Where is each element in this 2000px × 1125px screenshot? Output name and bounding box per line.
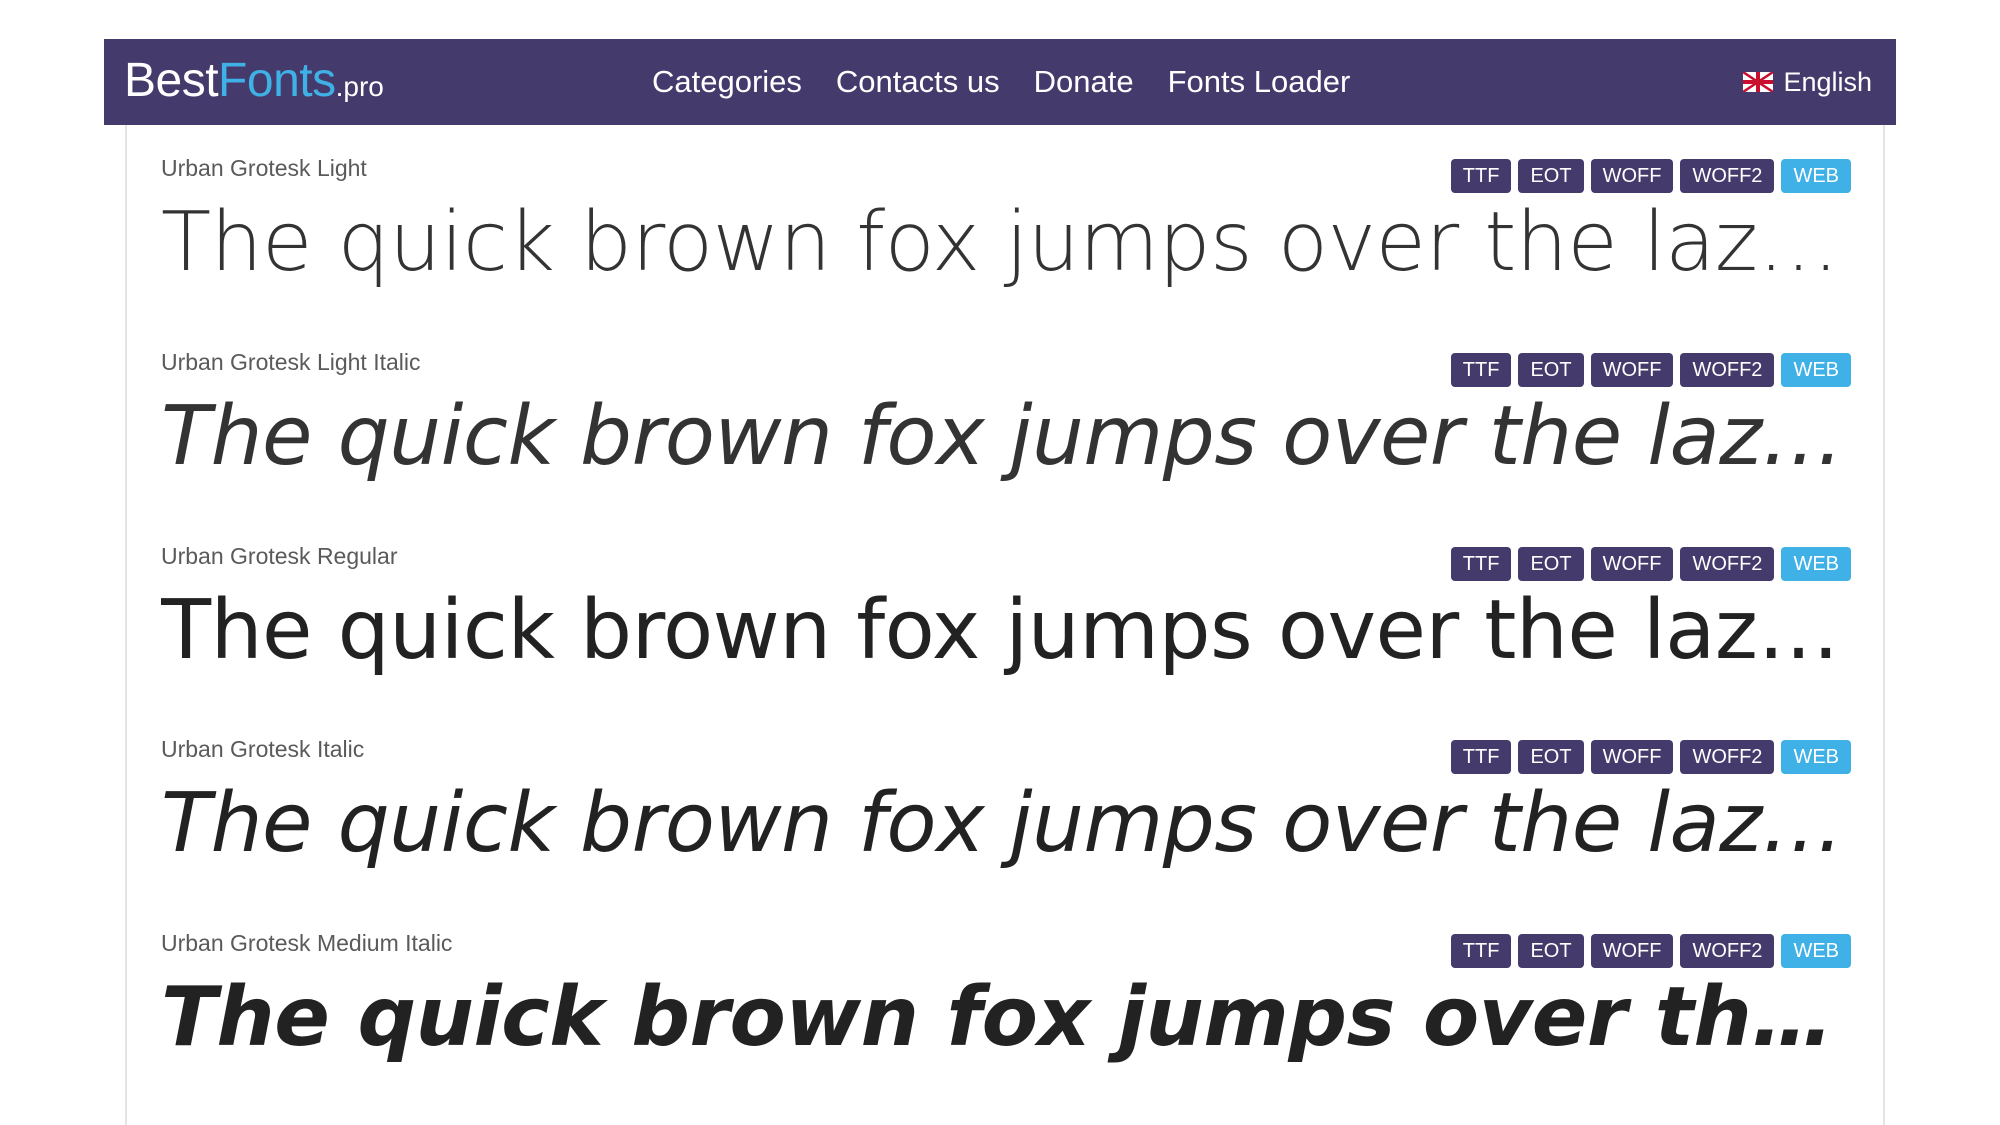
download-woff2-button[interactable]: WOFF2 [1680,934,1775,968]
site-logo[interactable]: BestFonts.pro [124,51,384,117]
nav-link-fonts-loader[interactable]: Fonts Loader [1168,64,1351,100]
download-woff-button[interactable]: WOFF [1590,547,1674,581]
format-badges: TTF EOT WOFF WOFF2 WEB [1444,547,1851,581]
web-font-button[interactable]: WEB [1781,740,1851,774]
download-woff2-button[interactable]: WOFF2 [1680,740,1775,774]
nav-link-donate[interactable]: Donate [1034,64,1134,100]
format-badges: TTF EOT WOFF WOFF2 WEB [1444,159,1851,193]
download-woff2-button[interactable]: WOFF2 [1680,159,1775,193]
font-sample-text[interactable]: The quick brown fox jumps over the lazy … [161,387,1851,487]
top-navbar: BestFonts.pro Categories Contacts us Don… [104,39,1896,125]
download-ttf-button[interactable]: TTF [1450,740,1512,774]
font-item: Urban Grotesk Light Italic TTF EOT WOFF … [161,349,1851,539]
download-eot-button[interactable]: EOT [1518,159,1584,193]
font-sample-text[interactable]: The quick brown fox jumps over the lazy … [161,581,1851,681]
logo-fonts-text: Fonts [218,54,336,107]
download-woff-button[interactable]: WOFF [1590,353,1674,387]
font-item: Urban Grotesk Italic TTF EOT WOFF WOFF2 … [161,736,1851,926]
download-eot-button[interactable]: EOT [1518,934,1584,968]
font-name[interactable]: Urban Grotesk Regular [161,543,398,570]
download-eot-button[interactable]: EOT [1518,547,1584,581]
download-ttf-button[interactable]: TTF [1450,159,1512,193]
font-name[interactable]: Urban Grotesk Light [161,155,367,182]
font-sample-text[interactable]: The quick brown fox jumps over the lazy … [161,774,1851,874]
format-badges: TTF EOT WOFF WOFF2 WEB [1444,353,1851,387]
download-ttf-button[interactable]: TTF [1450,934,1512,968]
web-font-button[interactable]: WEB [1781,547,1851,581]
font-name[interactable]: Urban Grotesk Light Italic [161,349,421,376]
nav-link-contacts[interactable]: Contacts us [836,64,1000,100]
font-item: Urban Grotesk Regular TTF EOT WOFF WOFF2… [161,543,1851,733]
download-woff2-button[interactable]: WOFF2 [1680,353,1775,387]
download-woff-button[interactable]: WOFF [1590,740,1674,774]
format-badges: TTF EOT WOFF WOFF2 WEB [1444,934,1851,968]
download-woff-button[interactable]: WOFF [1590,159,1674,193]
download-eot-button[interactable]: EOT [1518,740,1584,774]
web-font-button[interactable]: WEB [1781,159,1851,193]
font-name[interactable]: Urban Grotesk Medium Italic [161,930,452,957]
format-badges: TTF EOT WOFF WOFF2 WEB [1444,740,1851,774]
web-font-button[interactable]: WEB [1781,934,1851,968]
language-label: English [1783,66,1872,97]
web-font-button[interactable]: WEB [1781,353,1851,387]
font-sample-text[interactable]: The quick brown fox jumps over the lazy … [161,968,1851,1068]
font-item: Urban Grotesk Medium Italic TTF EOT WOFF… [161,930,1851,1120]
nav-link-categories[interactable]: Categories [652,64,802,100]
logo-tld-text: .pro [335,71,384,102]
main-nav: Categories Contacts us Donate Fonts Load… [652,39,1384,125]
download-eot-button[interactable]: EOT [1518,353,1584,387]
font-name[interactable]: Urban Grotesk Italic [161,736,364,763]
uk-flag-icon [1743,72,1774,92]
download-ttf-button[interactable]: TTF [1450,353,1512,387]
font-list: Urban Grotesk Light TTF EOT WOFF WOFF2 W… [125,125,1885,1125]
language-selector[interactable]: English [1743,39,1872,125]
logo-best-text: Best [124,54,219,107]
download-ttf-button[interactable]: TTF [1450,547,1512,581]
download-woff-button[interactable]: WOFF [1590,934,1674,968]
font-sample-text[interactable]: The quick brown fox jumps over the lazy … [161,193,1851,293]
font-item: Urban Grotesk Light TTF EOT WOFF WOFF2 W… [161,155,1851,345]
download-woff2-button[interactable]: WOFF2 [1680,547,1775,581]
